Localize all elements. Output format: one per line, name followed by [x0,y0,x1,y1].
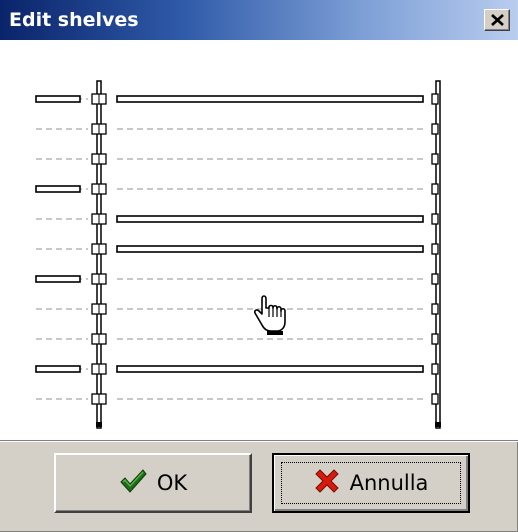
right-peg [431,363,439,375]
left-upright-foot [96,422,102,427]
left-shelf [35,275,81,283]
button-area-divider [0,440,518,442]
right-peg [431,393,439,405]
shelf-board [116,365,424,373]
right-peg [431,93,439,105]
right-upright-foot [435,422,441,427]
cancel-button[interactable]: Annulla [272,453,470,513]
title-bar[interactable]: Edit shelves [0,0,518,40]
right-peg [431,153,439,165]
shelf-editor-canvas[interactable] [0,40,518,440]
ok-button-label: OK [156,471,188,495]
shelf-board [116,245,424,253]
checkmark-icon [119,468,147,498]
right-peg [431,243,439,255]
edit-shelves-dialog: Edit shelves OK Annulla [0,0,518,532]
right-peg [431,303,439,315]
right-peg [431,123,439,135]
shelf-diagram[interactable] [0,40,518,440]
shelf-board [116,215,424,223]
left-shelf [35,365,81,373]
hand-pointer-icon [254,294,290,340]
close-icon [491,14,504,26]
right-peg [431,273,439,285]
left-shelf [35,95,81,103]
left-shelf [35,185,81,193]
right-peg [431,213,439,225]
shelf-board [116,95,424,103]
close-button[interactable] [484,9,510,31]
cancel-button-label: Annulla [349,471,429,495]
ok-button[interactable]: OK [54,453,252,513]
window-title: Edit shelves [9,9,139,31]
right-peg [431,183,439,195]
right-peg [431,333,439,345]
red-x-icon [314,468,340,498]
